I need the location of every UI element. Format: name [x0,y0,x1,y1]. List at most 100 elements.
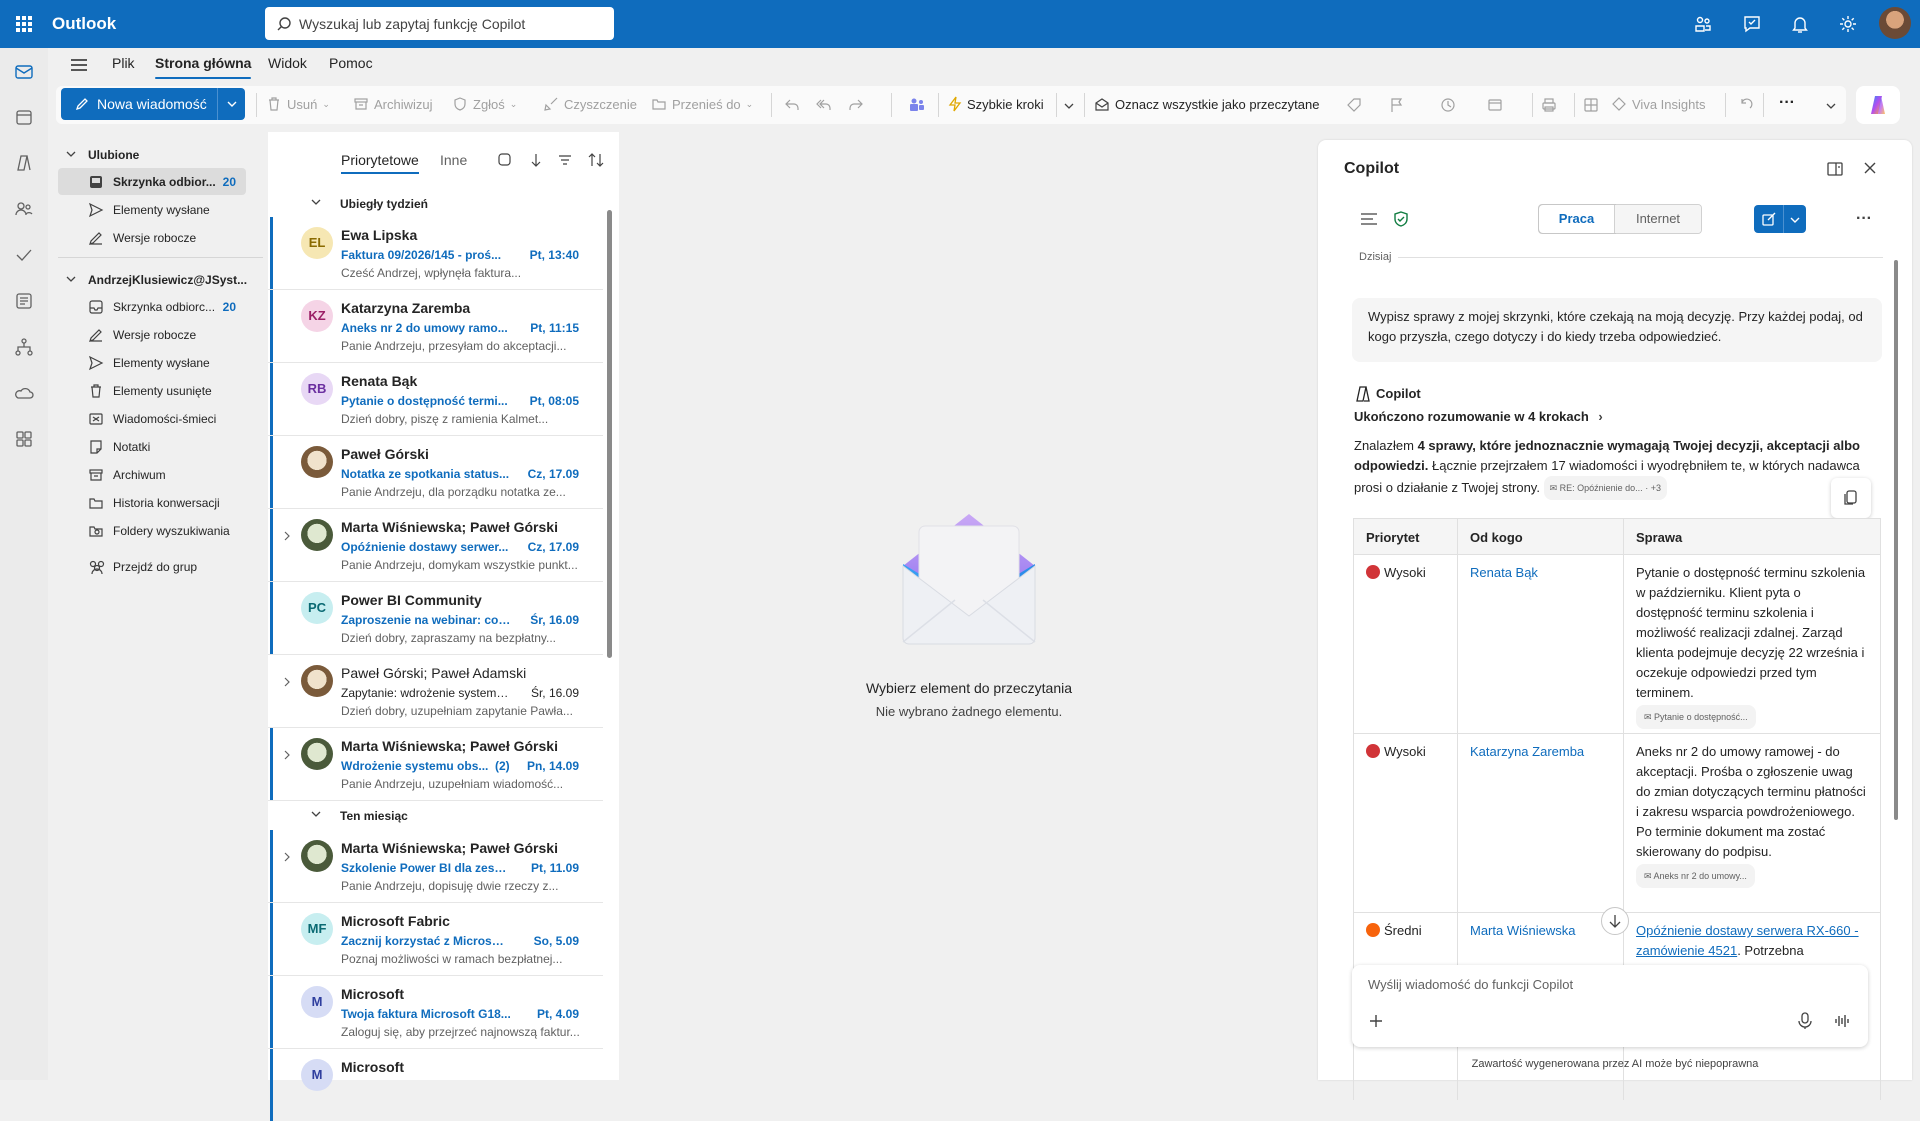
citation-chip[interactable]: ✉ RE: Opóźnienie do... · +3 [1543,476,1667,500]
folder-sent-favorite[interactable]: Elementy wysłane [58,196,246,223]
feedback-icon[interactable] [1742,14,1762,34]
group-header-this-month[interactable]: Ten miesiąc [268,802,603,828]
history-list-icon[interactable] [1360,212,1378,226]
mark-all-read-button[interactable]: Oznacz wszystkie jako przeczytane [1094,96,1319,112]
folder-drafts[interactable]: Wersje robocze [58,321,246,348]
plus-icon[interactable] [1368,1013,1384,1029]
avatar[interactable] [1879,7,1911,39]
chevron-down-icon[interactable] [1790,216,1800,224]
chevron-down-icon[interactable] [1064,102,1074,110]
sort-icon[interactable] [587,152,605,168]
shield-check-icon[interactable] [1392,210,1410,228]
apps-icon[interactable] [14,429,34,449]
chevron-right-icon[interactable] [283,852,291,862]
message-list-scrollbar[interactable] [607,210,612,658]
org-icon[interactable] [14,337,34,357]
undo-icon[interactable] [1738,97,1754,113]
more-options-icon[interactable]: ··· [1856,210,1872,228]
citation-chip[interactable]: ✉ Aneks nr 2 do umowy... [1636,864,1755,888]
table-cell-from[interactable]: Katarzyna Zaremba [1458,734,1624,912]
grid-icon[interactable] [1583,97,1599,113]
chevron-down-icon[interactable] [1826,102,1836,110]
list-item[interactable]: Paweł Górski Notatka ze spotkania status… [268,436,603,509]
folder-sent[interactable]: Elementy wysłane [58,349,246,376]
report-button[interactable]: Zgłoś ⌄ [452,96,517,112]
list-item[interactable]: PC Power BI Community Zaproszenie na web… [268,582,603,655]
list-item[interactable]: Marta Wiśniewska; Paweł Górski Szkolenie… [268,830,603,903]
list-item[interactable]: MF Microsoft Fabric Zacznij korzystać z … [268,903,603,976]
composer-input[interactable]: Wyślij wiadomość do funkcji Copilot [1368,977,1573,992]
chevron-right-icon[interactable] [283,677,291,687]
clock-icon[interactable] [1440,97,1456,113]
account-heading[interactable]: AndrzejKlusiewicz@JSyst... [88,273,247,287]
list-item[interactable]: Marta Wiśniewska; Paweł Górski Wdrożenie… [268,728,603,801]
chevron-down-icon[interactable] [66,150,76,158]
hamburger-icon[interactable] [70,58,88,72]
folder-archive[interactable]: Archiwum [58,461,246,488]
tab-other[interactable]: Inne [440,152,467,168]
filter-icon[interactable] [557,152,573,168]
teams-icon[interactable] [1693,14,1713,34]
work-web-toggle[interactable]: Praca Internet [1538,204,1702,234]
list-item[interactable]: Paweł Górski; Paweł Adamski Zapytanie: w… [268,655,603,728]
list-item[interactable]: M Microsoft Twoja faktura Microsoft G18.… [268,976,603,1049]
move-button[interactable]: Przenieś do ⌄ [651,96,753,112]
app-launcher-icon[interactable] [14,14,34,34]
voice-icon[interactable] [1834,1013,1850,1029]
notes-icon[interactable] [14,291,34,311]
folder-search-folders[interactable]: Foldery wyszukiwania [58,517,246,544]
sweep-button[interactable]: Czyszczenie [543,96,637,112]
folder-notes[interactable]: Notatki [58,433,246,460]
jump-icon[interactable] [528,152,544,168]
table-cell-from[interactable]: Renata Bąk [1458,555,1624,733]
tab-file[interactable]: Plik [112,55,135,71]
print-icon[interactable] [1541,97,1557,113]
chevron-down-icon[interactable] [66,275,76,283]
calendar-icon[interactable] [14,107,34,127]
folder-junk[interactable]: Wiadomości-śmieci [58,405,246,432]
list-item[interactable]: EL Ewa Lipska Faktura 09/2026/145 - proś… [268,217,603,290]
rules-icon[interactable] [1487,97,1503,113]
bell-icon[interactable] [1790,14,1810,34]
onedrive-icon[interactable] [14,383,34,403]
tab-focused[interactable]: Priorytetowe [341,152,419,174]
reply-icon[interactable] [784,98,800,112]
list-item[interactable]: KZ Katarzyna Zaremba Aneks nr 2 do umowy… [268,290,603,363]
flag-icon[interactable] [1389,97,1405,113]
mail-icon[interactable] [14,62,34,82]
copilot-scrollbar[interactable] [1894,260,1898,820]
delete-button[interactable]: Usuń ⌄ [266,96,330,112]
archive-button[interactable]: Archiwizuj [353,96,433,112]
citation-chip[interactable]: ✉ Pytanie o dostępność... [1636,705,1756,729]
folder-deleted[interactable]: Elementy usunięte [58,377,246,404]
more-options-icon[interactable]: ··· [1779,94,1795,112]
chevron-right-icon[interactable] [283,750,291,760]
viva-insights-button[interactable]: Viva Insights [1611,96,1705,112]
app-title[interactable]: Outlook [52,14,116,34]
copilot-toggle-button[interactable] [1856,86,1900,124]
list-item[interactable]: Marta Wiśniewska; Paweł Górski Opóźnieni… [268,509,603,582]
new-message-button[interactable]: Nowa wiadomość [61,88,245,120]
gear-icon[interactable] [1838,14,1858,34]
chevron-right-icon[interactable] [283,531,291,541]
pop-out-icon[interactable] [1826,161,1844,177]
toggle-work[interactable]: Praca [1539,205,1615,233]
copilot-icon[interactable] [14,153,34,173]
tab-home[interactable]: Strona główna [155,55,252,79]
list-item[interactable]: RB Renata Bąk Pytanie o dostępność termi… [268,363,603,436]
select-icon[interactable] [497,152,513,168]
copilot-composer[interactable]: Wyślij wiadomość do funkcji Copilot [1352,965,1868,1047]
toggle-web[interactable]: Internet [1615,205,1701,233]
copy-button[interactable] [1831,478,1871,518]
quick-steps-button[interactable]: Szybkie kroki [948,96,1044,112]
reasoning-toggle[interactable]: Ukończono rozumowanie w 4 krokach › [1354,409,1603,424]
tab-view[interactable]: Widok [268,55,307,71]
new-chat-button[interactable] [1754,205,1806,233]
group-header-last-week[interactable]: Ubiegły tydzień [268,190,603,216]
chevron-down-icon[interactable] [227,100,237,108]
folder-drafts-favorite[interactable]: Wersje robocze [58,224,246,251]
folder-inbox-favorite[interactable]: Skrzynka odbior... 20 [58,168,246,195]
people-icon[interactable] [14,199,34,219]
tab-help[interactable]: Pomoc [329,55,373,71]
todo-icon[interactable] [14,245,34,265]
